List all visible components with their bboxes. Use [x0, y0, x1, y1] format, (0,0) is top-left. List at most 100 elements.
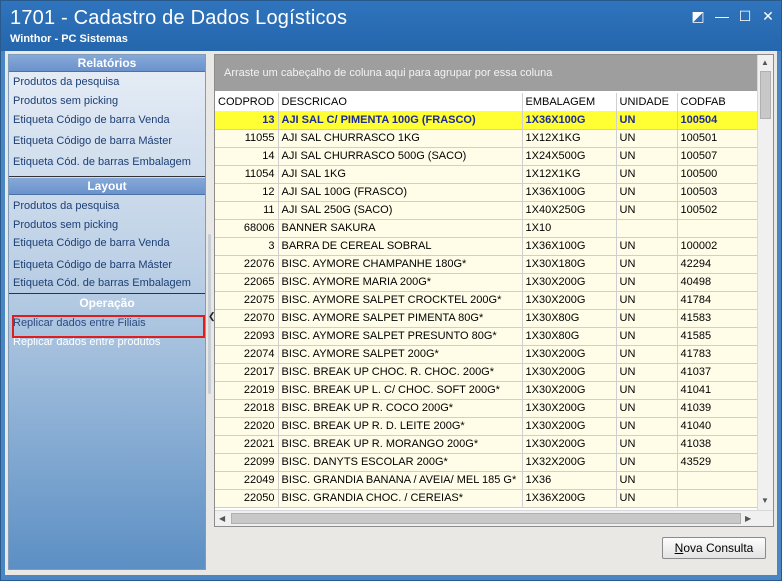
- cell-unidade[interactable]: UN: [616, 129, 678, 148]
- section-header-operacao[interactable]: Operação: [9, 295, 205, 312]
- cell-codprod[interactable]: 22017: [215, 363, 279, 382]
- cell-descricao[interactable]: BISC. AYMORE SALPET PIMENTA 80G*: [278, 309, 523, 328]
- cell-unidade[interactable]: UN: [616, 327, 678, 346]
- cell-embalagem[interactable]: 1X30X200G: [522, 273, 617, 292]
- cell-codprod[interactable]: 22093: [215, 327, 279, 346]
- cell-codprod[interactable]: 68006: [215, 219, 279, 238]
- cell-codprod[interactable]: 11054: [215, 165, 279, 184]
- minimize-button[interactable]: —: [713, 8, 731, 24]
- maximize-button[interactable]: ☐: [736, 8, 754, 24]
- cell-codprod[interactable]: 11055: [215, 129, 279, 148]
- cell-codfab[interactable]: 41583: [677, 309, 760, 328]
- cell-codprod[interactable]: 14: [215, 147, 279, 166]
- vertical-scroll-thumb[interactable]: [760, 71, 771, 119]
- table-row[interactable]: 22049 BISC. GRANDIA BANANA / AVEIA/ MEL 1…: [215, 471, 760, 490]
- cell-embalagem[interactable]: 1X30X200G: [522, 345, 617, 364]
- cell-unidade[interactable]: UN: [616, 453, 678, 472]
- cell-descricao[interactable]: BANNER SAKURA: [278, 219, 523, 238]
- cell-unidade[interactable]: UN: [616, 345, 678, 364]
- table-row[interactable]: 22099 BISC. DANYTS ESCOLAR 200G* 1X32X200G…: [215, 453, 760, 472]
- cell-unidade[interactable]: UN: [616, 381, 678, 400]
- link-etiqueta-venda[interactable]: Etiqueta Código de barra Venda: [13, 114, 170, 126]
- cell-unidade[interactable]: UN: [616, 363, 678, 382]
- cell-codprod[interactable]: 12: [215, 183, 279, 202]
- cell-embalagem[interactable]: 1X30X200G: [522, 381, 617, 400]
- cell-embalagem[interactable]: 1X30X80G: [522, 327, 617, 346]
- cell-codfab[interactable]: 41038: [677, 435, 760, 454]
- cell-codfab[interactable]: 42294: [677, 255, 760, 274]
- cell-codfab[interactable]: 41037: [677, 363, 760, 382]
- cell-codfab[interactable]: 100501: [677, 129, 760, 148]
- cell-codprod[interactable]: 22020: [215, 417, 279, 436]
- cell-codprod[interactable]: 22018: [215, 399, 279, 418]
- cell-codfab[interactable]: 41040: [677, 417, 760, 436]
- sidebar-splitter[interactable]: ❮: [207, 54, 216, 570]
- cell-unidade[interactable]: UN: [616, 255, 678, 274]
- table-row[interactable]: 22050 BISC. GRANDIA CHOC. / CEREIAS* 1X36X…: [215, 489, 760, 508]
- table-row[interactable]: 22018 BISC. BREAK UP R. COCO 200G* 1X30X20…: [215, 399, 760, 418]
- new-query-button[interactable]: Nova Consulta: [662, 537, 766, 559]
- table-row[interactable]: 22075 BISC. AYMORE SALPET CROCKTEL 200G* 1…: [215, 291, 760, 310]
- column-header-embalagem[interactable]: EMBALAGEM: [522, 93, 617, 111]
- cell-descricao[interactable]: BISC. GRANDIA CHOC. / CEREIAS*: [278, 489, 523, 508]
- link-produtos-sem-picking[interactable]: Produtos sem picking: [13, 95, 118, 107]
- link-produtos-pesquisa[interactable]: Produtos da pesquisa: [13, 76, 119, 88]
- cell-codprod[interactable]: 13: [215, 111, 279, 130]
- cell-embalagem[interactable]: 1X40X250G: [522, 201, 617, 220]
- cell-descricao[interactable]: BISC. AYMORE CHAMPANHE 180G*: [278, 255, 523, 274]
- cell-embalagem[interactable]: 1X36X100G: [522, 237, 617, 256]
- cell-codfab[interactable]: [677, 471, 760, 490]
- cell-unidade[interactable]: UN: [616, 273, 678, 292]
- cell-codprod[interactable]: 22099: [215, 453, 279, 472]
- layout-link-produtos-pesquisa[interactable]: Produtos da pesquisa: [13, 200, 119, 212]
- cell-embalagem[interactable]: 1X24X500G: [522, 147, 617, 166]
- cell-descricao[interactable]: BISC. AYMORE SALPET 200G*: [278, 345, 523, 364]
- table-row[interactable]: 22070 BISC. AYMORE SALPET PIMENTA 80G* 1X3…: [215, 309, 760, 328]
- cell-codfab[interactable]: 40498: [677, 273, 760, 292]
- cell-embalagem[interactable]: 1X30X180G: [522, 255, 617, 274]
- column-header-descricao[interactable]: DESCRICAO: [278, 93, 523, 111]
- cell-unidade[interactable]: [616, 219, 678, 238]
- cell-embalagem[interactable]: 1X30X200G: [522, 363, 617, 382]
- table-row[interactable]: 22017 BISC. BREAK UP CHOC. R. CHOC. 200G*…: [215, 363, 760, 382]
- scroll-left-icon[interactable]: ◀: [219, 514, 225, 523]
- cell-embalagem[interactable]: 1X30X200G: [522, 435, 617, 454]
- cell-embalagem[interactable]: 1X36: [522, 471, 617, 490]
- cell-descricao[interactable]: AJI SAL CHURRASCO 1KG: [278, 129, 523, 148]
- group-by-panel[interactable]: Arraste um cabeçalho de coluna aqui para…: [215, 55, 759, 91]
- layout-link-etiqueta-embalagem[interactable]: Etiqueta Cód. de barras Embalagem: [13, 277, 191, 289]
- cell-codprod[interactable]: 22065: [215, 273, 279, 292]
- cell-descricao[interactable]: BISC. BREAK UP R. COCO 200G*: [278, 399, 523, 418]
- cell-codfab[interactable]: 100502: [677, 201, 760, 220]
- cell-embalagem[interactable]: 1X30X200G: [522, 417, 617, 436]
- cell-unidade[interactable]: UN: [616, 417, 678, 436]
- cell-unidade[interactable]: UN: [616, 237, 678, 256]
- cell-codfab[interactable]: 41041: [677, 381, 760, 400]
- cell-descricao[interactable]: AJI SAL C/ PIMENTA 100G (FRASCO): [278, 111, 523, 130]
- table-row[interactable]: 12 AJI SAL 100G (FRASCO) 1X36X100G UN 100503: [215, 183, 760, 202]
- scroll-down-icon[interactable]: ▼: [761, 496, 769, 505]
- table-row[interactable]: 22019 BISC. BREAK UP L. C/ CHOC. SOFT 200…: [215, 381, 760, 400]
- cell-unidade[interactable]: UN: [616, 435, 678, 454]
- column-header-codprod[interactable]: CODPROD: [215, 93, 279, 111]
- cell-codfab[interactable]: 100504: [677, 111, 760, 130]
- cell-descricao[interactable]: BISC. BREAK UP CHOC. R. CHOC. 200G*: [278, 363, 523, 382]
- cell-codfab[interactable]: 41039: [677, 399, 760, 418]
- cell-codprod[interactable]: 22075: [215, 291, 279, 310]
- table-row[interactable]: 13 AJI SAL C/ PIMENTA 100G (FRASCO) 1X36X1…: [215, 111, 760, 130]
- cell-descricao[interactable]: BISC. AYMORE SALPET CROCKTEL 200G*: [278, 291, 523, 310]
- cell-unidade[interactable]: UN: [616, 147, 678, 166]
- horizontal-scrollbar[interactable]: ◀ ▶: [215, 510, 773, 526]
- cell-descricao[interactable]: BISC. BREAK UP R. D. LEITE 200G*: [278, 417, 523, 436]
- table-row[interactable]: 11055 AJI SAL CHURRASCO 1KG 1X12X1KG UN 1005…: [215, 129, 760, 148]
- cell-embalagem[interactable]: 1X12X1KG: [522, 165, 617, 184]
- cell-descricao[interactable]: AJI SAL CHURRASCO 500G (SACO): [278, 147, 523, 166]
- cell-codprod[interactable]: 22049: [215, 471, 279, 490]
- layout-link-produtos-sem-picking[interactable]: Produtos sem picking: [13, 219, 118, 231]
- cell-codprod[interactable]: 22076: [215, 255, 279, 274]
- table-row[interactable]: 22076 BISC. AYMORE CHAMPANHE 180G* 1X30X18…: [215, 255, 760, 274]
- cell-codprod[interactable]: 22050: [215, 489, 279, 508]
- cell-codprod[interactable]: 11: [215, 201, 279, 220]
- cell-embalagem[interactable]: 1X36X200G: [522, 489, 617, 508]
- cell-embalagem[interactable]: 1X30X80G: [522, 309, 617, 328]
